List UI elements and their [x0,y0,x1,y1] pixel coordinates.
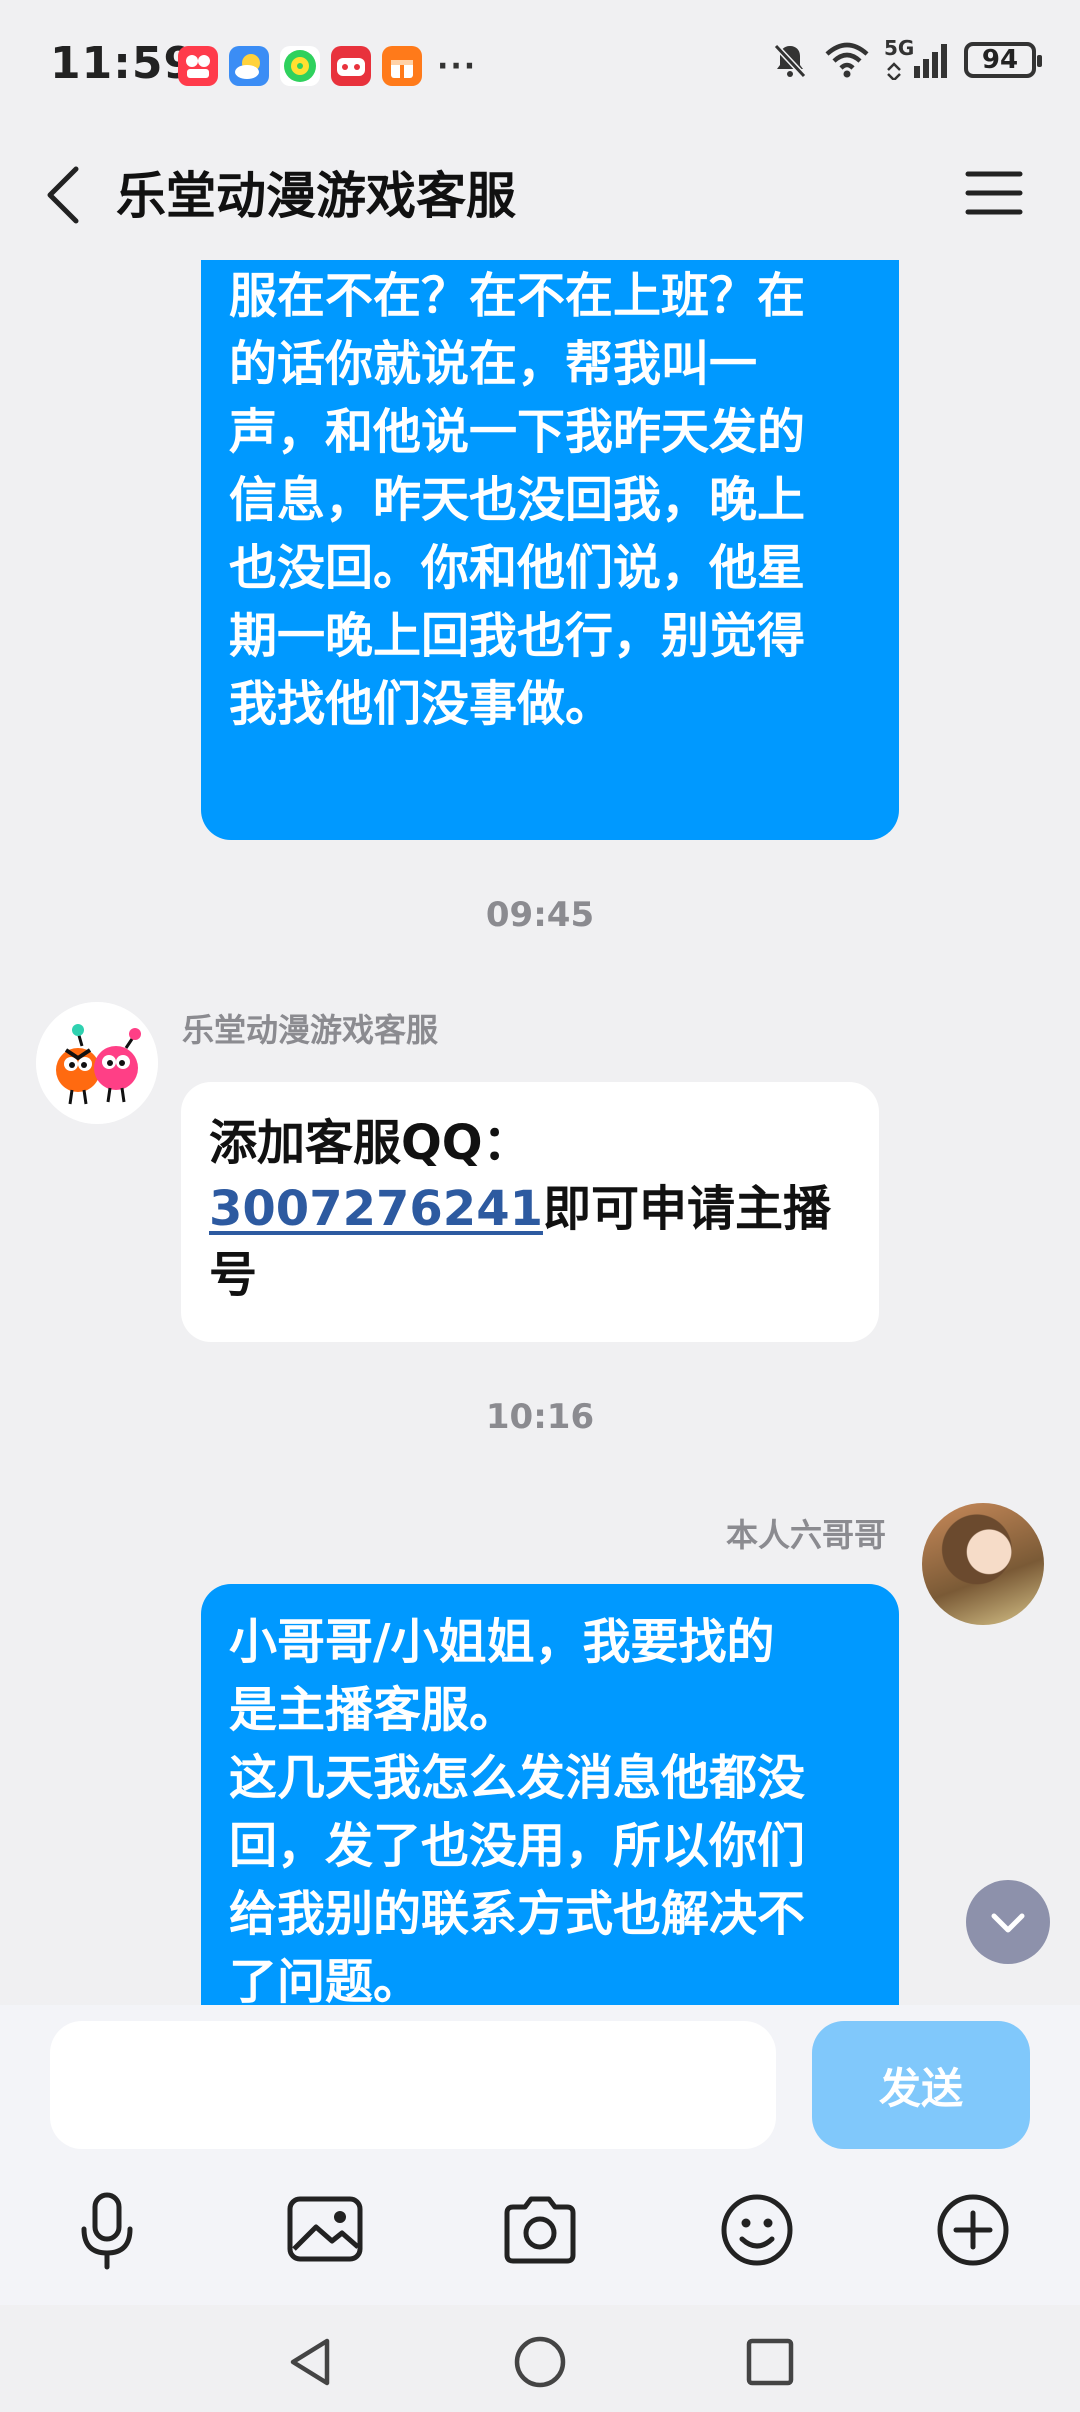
message-line: 是主播客服。 [229,1682,518,1738]
camera-icon [504,2196,576,2264]
more-notifications-icon: ··· [437,48,478,84]
system-indicators: 5G 94 [770,36,1042,80]
microphone-icon [81,2192,133,2270]
message-timestamp: 10:16 [485,1397,595,1437]
nav-back-button[interactable] [275,2327,345,2397]
status-bar: 11:59 ··· 5G 94 [0,0,1080,130]
message-line: 声，和他说一下我昨天发的 [229,404,806,460]
plus-icon [937,2194,1009,2266]
message-line: 信息，昨天也没回我，晚上 [229,472,806,528]
customer-service-avatar[interactable] [36,1002,158,1124]
sender-name: 本人六哥哥 [725,1516,886,1554]
more-options-button[interactable] [928,2185,1018,2275]
user-avatar[interactable] [922,1503,1044,1625]
chevron-left-icon [47,166,79,224]
incoming-message-bubble[interactable]: 添加客服QQ： 3007276241即可申请主播号 [181,1082,879,1342]
kuaishou-app-icon [178,46,218,86]
nav-home-button[interactable] [505,2327,575,2397]
image-button[interactable] [280,2185,370,2275]
message-line: 期一晚上回我也行，别觉得 [229,608,806,664]
outgoing-message-bubble[interactable]: 小哥哥/小姐姐，我要找的 是主播客服。 这几天我怎么发消息他都没 回，发了也没用… [201,1584,899,2005]
outgoing-message-bubble[interactable]: 服在不在？在不在上班？在 的话你就说在，帮我叫一 声，和他说一下我昨天发的 信息… [201,260,899,840]
game-app-icon [331,46,371,86]
message-line: 服在不在？在不在上班？在 [229,268,806,324]
music-app-icon [280,46,320,86]
send-button[interactable]: 发送 [812,2021,1030,2149]
system-navigation-bar [0,2305,1080,2412]
weather-app-icon [229,46,269,86]
notification-icons: ··· [178,46,477,86]
cellular-signal-icon: 5G [884,36,950,80]
chevron-down-icon [991,1913,1025,1933]
composer-toolbar [0,2175,1080,2285]
message-line: 回，发了也没用，所以你们 [229,1818,806,1874]
message-timestamp: 09:45 [485,895,595,935]
message-line: 我找他们没事做。 [229,676,614,732]
message-line: 小哥哥/小姐姐，我要找的 [229,1614,775,1670]
emoji-icon [721,2194,793,2266]
message-line: 的话你就说在，帮我叫一 [229,336,758,392]
scroll-to-bottom-button[interactable] [966,1880,1050,1964]
composer: 发送 [0,2005,1080,2305]
emoji-button[interactable] [712,2185,802,2275]
voice-button[interactable] [62,2185,152,2275]
chat-header: 乐堂动漫游戏客服 [0,130,1080,260]
message-line: 这几天我怎么发消息他都没 [229,1750,806,1806]
mute-bell-icon [773,43,807,79]
battery-level: 94 [981,45,1019,75]
battery-icon: 94 [964,42,1042,78]
sender-name: 乐堂动漫游戏客服 [182,1011,439,1049]
wifi-icon [825,42,869,78]
message-line: 给我别的联系方式也解决不 [229,1886,806,1942]
message-line: 了问题。 [229,1954,422,2005]
message-line: 也没回。你和他们说，他星 [229,540,806,596]
image-icon [287,2196,363,2262]
camera-button[interactable] [495,2185,585,2275]
menu-button[interactable] [960,158,1028,228]
menu-icon [965,171,1023,215]
recents-square-icon [746,2338,794,2386]
home-circle-icon [514,2336,566,2388]
chat-title: 乐堂动漫游戏客服 [116,167,516,225]
back-triangle-icon [290,2338,330,2386]
nav-recents-button[interactable] [735,2327,805,2397]
message-input[interactable] [50,2021,776,2149]
back-button[interactable] [36,155,96,235]
message-list[interactable]: 服在不在？在不在上班？在 的话你就说在，帮我叫一 声，和他说一下我昨天发的 信息… [0,260,1080,2005]
status-time: 11:59 [50,38,196,89]
gift-app-icon [382,46,422,86]
message-text: 添加客服QQ： [209,1115,531,1171]
qq-number-link[interactable]: 3007276241 [209,1181,543,1237]
